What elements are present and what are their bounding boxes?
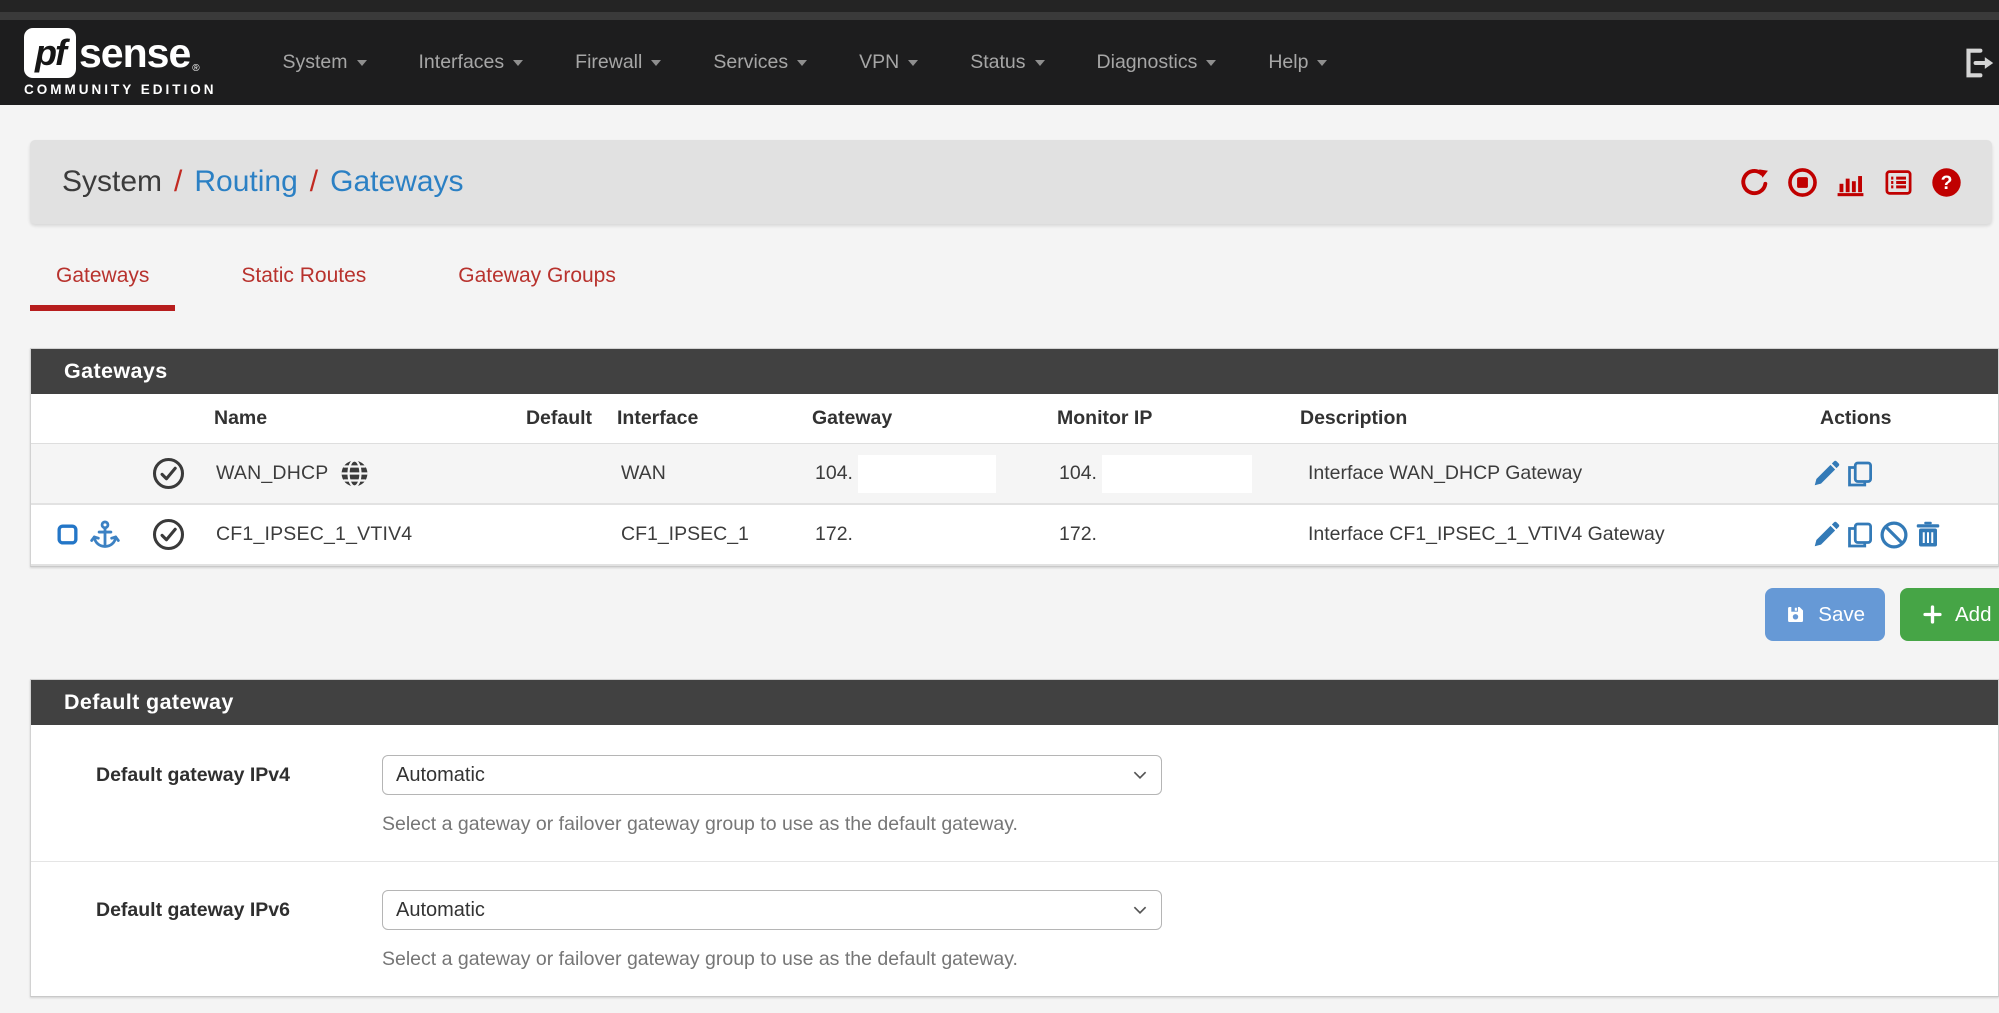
- save-icon: [1785, 604, 1806, 625]
- default-gateway-ipv6-label: Default gateway IPv6: [96, 890, 382, 930]
- gateways-panel: Gateways Name Default Interface Gateway …: [30, 348, 1999, 567]
- cell-interface: CF1_IPSEC_1: [617, 523, 801, 546]
- add-button[interactable]: Add: [1900, 588, 1999, 641]
- cell-description: Interface WAN_DHCP Gateway: [1296, 462, 1811, 485]
- sign-out-icon[interactable]: [1959, 44, 1999, 82]
- section-tabs: Gateways Static Routes Gateway Groups: [30, 264, 1999, 311]
- caret-down-icon: [1206, 60, 1216, 66]
- cell-monitor-ip: 104.: [1059, 462, 1097, 485]
- edit-icon[interactable]: [1811, 520, 1841, 550]
- square-icon[interactable]: [55, 522, 80, 547]
- default-gateway-ipv6-select[interactable]: Automatic: [382, 890, 1162, 930]
- redacted-monitor-ip: [1102, 455, 1252, 493]
- default-gateway-ipv4-label: Default gateway IPv4: [96, 755, 382, 795]
- default-gateway-panel-title: Default gateway: [31, 680, 1998, 725]
- col-header-actions: Actions: [1811, 407, 1998, 430]
- table-row-cf1-ipsec: CF1_IPSEC_1_VTIV4 CF1_IPSEC_1 172. 172. …: [31, 505, 1998, 566]
- breadcrumb-separator: /: [310, 165, 318, 199]
- breadcrumb-separator: /: [174, 165, 182, 199]
- caret-down-icon: [357, 60, 367, 66]
- registered-mark: ®: [192, 63, 199, 74]
- anchor-icon[interactable]: [89, 519, 121, 551]
- default-gateway-ipv4-row: Default gateway IPv4 Automatic Select a …: [31, 725, 1998, 861]
- menu-status[interactable]: Status: [944, 51, 1070, 74]
- caret-down-icon: [797, 60, 807, 66]
- pf-logo-box: pf: [24, 28, 76, 78]
- menu-help[interactable]: Help: [1242, 51, 1353, 74]
- check-circle-icon: [151, 517, 186, 552]
- breadcrumb-gateways-link[interactable]: Gateways: [330, 165, 463, 199]
- cell-description: Interface CF1_IPSEC_1_VTIV4 Gateway: [1296, 523, 1811, 546]
- pfsense-logo[interactable]: pf sense ® COMMUNITY EDITION: [24, 28, 217, 97]
- sense-logo-text: sense: [79, 30, 190, 77]
- refresh-icon[interactable]: [1739, 167, 1770, 198]
- default-gateway-ipv6-help: Select a gateway or failover gateway gro…: [382, 948, 1162, 971]
- tab-gateway-groups[interactable]: Gateway Groups: [432, 264, 642, 311]
- cell-gateway: 104.: [815, 462, 853, 485]
- copy-icon[interactable]: [1845, 459, 1875, 489]
- plus-icon: [1922, 604, 1943, 625]
- cell-gateway: 172.: [815, 523, 853, 546]
- menu-services[interactable]: Services: [687, 51, 833, 74]
- page-action-icons: ?: [1739, 167, 1962, 198]
- caret-down-icon: [1035, 60, 1045, 66]
- col-header-default: Default: [501, 407, 617, 430]
- caret-down-icon: [651, 60, 661, 66]
- menu-system[interactable]: System: [257, 51, 393, 74]
- table-row-wan-dhcp: WAN_DHCP WAN 104. 104. Interface WAN_DHC…: [31, 444, 1998, 505]
- caret-down-icon: [1317, 60, 1327, 66]
- stop-icon[interactable]: [1787, 167, 1818, 198]
- default-gateway-ipv6-row: Default gateway IPv6 Automatic Select a …: [31, 861, 1998, 996]
- caret-down-icon: [908, 60, 918, 66]
- disable-icon[interactable]: [1879, 520, 1909, 550]
- globe-icon: [339, 458, 370, 489]
- main-menu: System Interfaces Firewall Services VPN …: [257, 51, 1354, 74]
- delete-icon[interactable]: [1913, 520, 1943, 550]
- bar-chart-icon[interactable]: [1835, 167, 1866, 198]
- window-sub-strip: [0, 12, 1999, 20]
- col-header-description: Description: [1296, 407, 1811, 430]
- copy-icon[interactable]: [1845, 520, 1875, 550]
- caret-down-icon: [513, 60, 523, 66]
- default-gateway-panel: Default gateway Default gateway IPv4 Aut…: [30, 679, 1999, 997]
- help-icon[interactable]: ?: [1931, 167, 1962, 198]
- svg-text:?: ?: [1941, 172, 1953, 194]
- gateways-table-header: Name Default Interface Gateway Monitor I…: [31, 394, 1998, 444]
- menu-interfaces[interactable]: Interfaces: [393, 51, 550, 74]
- cell-interface: WAN: [617, 462, 801, 485]
- default-gateway-ipv4-select[interactable]: Automatic: [382, 755, 1162, 795]
- col-header-monitor-ip: Monitor IP: [1051, 407, 1296, 430]
- col-header-name: Name: [151, 407, 501, 430]
- gateway-name: WAN_DHCP: [216, 462, 328, 485]
- col-header-gateway: Gateway: [801, 407, 1051, 430]
- breadcrumb-system: System: [62, 165, 162, 199]
- col-header-interface: Interface: [617, 407, 801, 430]
- table-action-buttons: Save Add: [0, 588, 1999, 641]
- breadcrumb-routing-link[interactable]: Routing: [194, 165, 297, 199]
- gateway-name: CF1_IPSEC_1_VTIV4: [216, 523, 412, 546]
- tab-static-routes[interactable]: Static Routes: [215, 264, 392, 311]
- redacted-gateway-ip: [858, 455, 996, 493]
- menu-vpn[interactable]: VPN: [833, 51, 944, 74]
- save-button[interactable]: Save: [1765, 588, 1885, 641]
- edit-icon[interactable]: [1811, 459, 1841, 489]
- top-navbar: pf sense ® COMMUNITY EDITION System Inte…: [0, 20, 1999, 105]
- gateways-panel-title: Gateways: [31, 349, 1998, 394]
- window-top-strip: [0, 0, 1999, 12]
- cell-monitor-ip: 172.: [1059, 523, 1097, 546]
- check-circle-icon: [151, 456, 186, 491]
- menu-diagnostics[interactable]: Diagnostics: [1071, 51, 1243, 74]
- breadcrumb: System / Routing / Gateways: [30, 140, 1992, 224]
- default-gateway-ipv4-help: Select a gateway or failover gateway gro…: [382, 813, 1162, 836]
- community-edition-tagline: COMMUNITY EDITION: [24, 82, 217, 97]
- list-icon[interactable]: [1883, 167, 1914, 198]
- menu-firewall[interactable]: Firewall: [549, 51, 687, 74]
- tab-gateways[interactable]: Gateways: [30, 264, 175, 311]
